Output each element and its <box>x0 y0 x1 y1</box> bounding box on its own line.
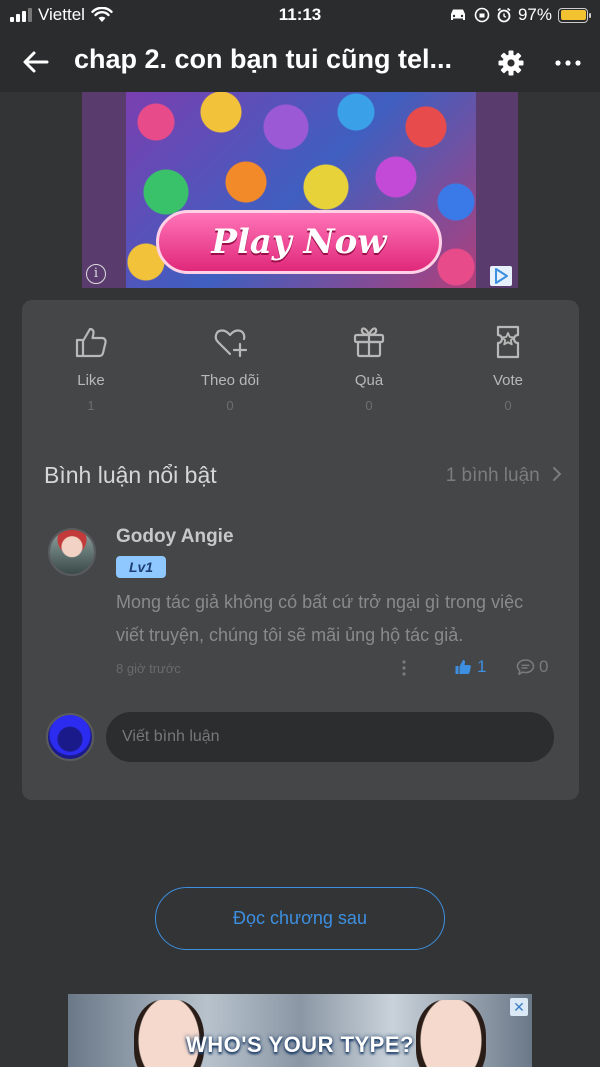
featured-comments-title: Bình luận nổi bật <box>44 462 217 488</box>
ad-banner-top[interactable]: Play Now i <box>82 92 518 288</box>
all-comments-link[interactable]: 1 bình luận <box>446 465 563 487</box>
ad-banner-bottom[interactable]: WHO'S YOUR TYPE? ✕ <box>68 994 532 1067</box>
ad-info-icon[interactable]: i <box>86 264 106 284</box>
next-chapter-button[interactable]: Đọc chương sau <box>155 887 445 950</box>
ad-choices-icon[interactable] <box>490 266 512 286</box>
page-title: chap 2. con bạn tui cũng tel... <box>74 44 453 74</box>
gift-label: Quà <box>354 372 384 389</box>
comment-like-count: 1 <box>477 657 487 676</box>
thumbs-up-icon <box>75 327 107 358</box>
comment-reply-button[interactable]: 0 <box>516 657 548 677</box>
like-count: 1 <box>87 398 95 413</box>
like-label: Like <box>77 372 105 389</box>
back-arrow-icon[interactable] <box>20 46 52 78</box>
follow-label: Theo dõi <box>200 372 260 389</box>
vote-label: Vote <box>492 372 524 389</box>
app-header: chap 2. con bạn tui cũng tel... <box>0 32 600 92</box>
vote-count: 0 <box>504 398 512 413</box>
heart-plus-icon <box>214 329 248 358</box>
comment-reply-count: 0 <box>539 657 549 676</box>
write-comment-input[interactable] <box>106 712 554 762</box>
more-options-icon[interactable] <box>552 48 584 78</box>
gift-action[interactable]: Quà 0 <box>309 324 429 413</box>
follow-count: 0 <box>226 398 234 413</box>
commenter-avatar[interactable] <box>48 528 96 576</box>
chapter-actions-card: Like 1 Theo dõi 0 Quà 0 Vote 0 Bình luận… <box>22 300 579 800</box>
chevron-right-icon <box>553 467 562 481</box>
ad-bottom-headline: WHO'S YOUR TYPE? <box>186 1032 414 1057</box>
orientation-lock-icon <box>474 7 490 23</box>
comment-more-icon[interactable] <box>396 658 412 678</box>
speech-bubble-icon <box>516 659 535 675</box>
vote-ticket-icon <box>496 325 520 359</box>
gear-icon[interactable] <box>496 48 526 78</box>
comment-timestamp: 8 giờ trước <box>116 661 181 676</box>
battery-percent: 97% <box>517 5 552 24</box>
ad-play-now-button[interactable]: Play Now <box>156 210 442 274</box>
comment-count-label: 1 bình luận <box>445 465 540 486</box>
like-action[interactable]: Like 1 <box>31 324 151 413</box>
status-bar: Viettel 11:13 97% <box>0 0 600 32</box>
gift-icon <box>353 327 385 358</box>
gift-count: 0 <box>365 398 373 413</box>
level-badge: Lv1 <box>116 556 166 578</box>
thumbs-up-filled-icon <box>455 660 471 674</box>
car-icon <box>450 9 465 20</box>
commenter-name[interactable]: Godoy Angie <box>116 526 234 548</box>
battery-icon <box>558 7 591 23</box>
current-user-avatar[interactable] <box>46 713 94 761</box>
comment-like-button[interactable]: 1 <box>454 657 486 677</box>
comment-text: Mong tác giả không có bất cứ trở ngại gì… <box>116 592 524 645</box>
status-right: 97% <box>448 5 591 25</box>
alarm-icon <box>497 7 511 23</box>
follow-action[interactable]: Theo dõi 0 <box>170 324 290 413</box>
ad-close-icon[interactable]: ✕ <box>510 998 528 1016</box>
vote-action[interactable]: Vote 0 <box>448 324 568 413</box>
